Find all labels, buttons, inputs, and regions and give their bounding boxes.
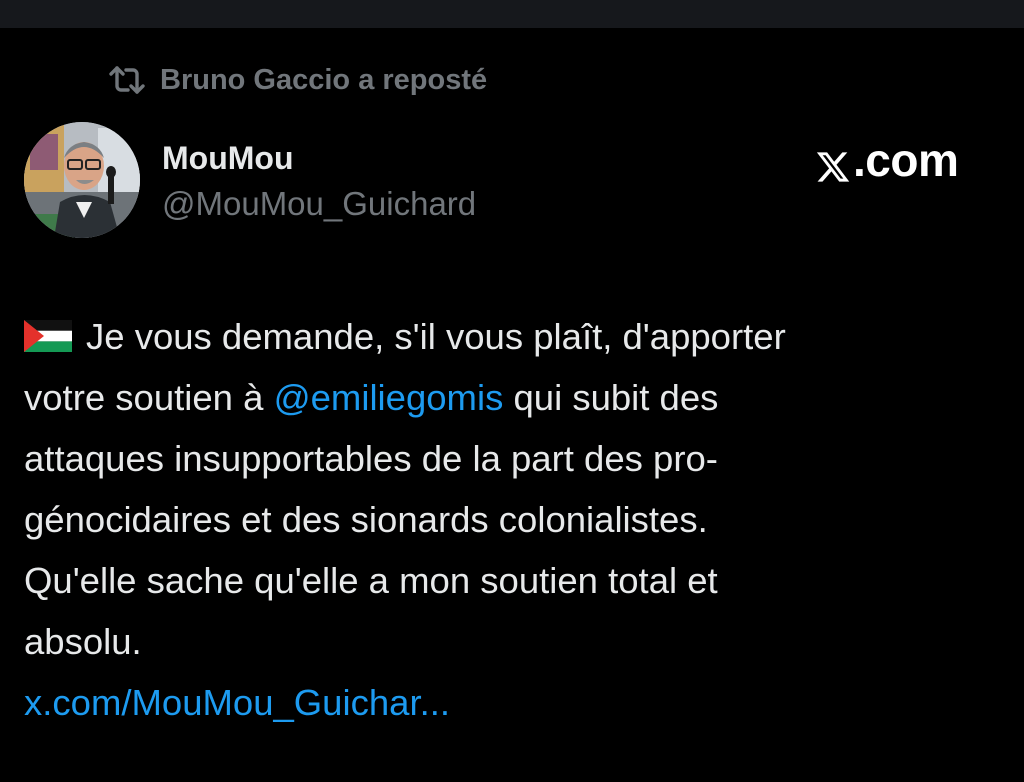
post-text-line-2a: votre soutien à [24, 377, 274, 418]
post-text-line-1: Je vous demande, s'il vous plaît, d'appo… [86, 316, 786, 357]
repost-indicator: Bruno Gaccio a reposté [108, 58, 487, 102]
author-handle[interactable]: @MouMou_Guichard [162, 182, 476, 226]
post-line-4: génocidaires et des sionards colonialist… [24, 499, 708, 540]
repost-label[interactable]: Bruno Gaccio a reposté [160, 64, 487, 97]
x-logo-icon [815, 142, 851, 182]
x-com-brand: .com [815, 130, 959, 190]
post-body: Je vous demande, s'il vous plaît, d'appo… [24, 306, 999, 733]
repost-icon [108, 65, 146, 95]
author-block: MouMou @MouMou_Guichard [162, 136, 476, 226]
post-line-1: Je vous demande, s'il vous plaît, d'appo… [24, 306, 999, 367]
author-display-name[interactable]: MouMou [162, 136, 476, 180]
post-line-3: attaques insupportables de la part des p… [24, 438, 718, 479]
avatar[interactable] [24, 122, 140, 238]
brand-suffix: .com [853, 134, 959, 186]
post-line-2: votre soutien à @emiliegomis qui subit d… [24, 367, 999, 428]
post-url-link[interactable]: x.com/MouMou_Guichar... [24, 672, 999, 733]
palestine-flag-icon [24, 309, 72, 352]
mention-link[interactable]: @emiliegomis [274, 377, 504, 418]
post-line-6: absolu. [24, 621, 142, 662]
post-text-line-2b: qui subit des [503, 377, 719, 418]
post-line-5: Qu'elle sache qu'elle a mon soutien tota… [24, 560, 718, 601]
top-bar [0, 0, 1024, 28]
